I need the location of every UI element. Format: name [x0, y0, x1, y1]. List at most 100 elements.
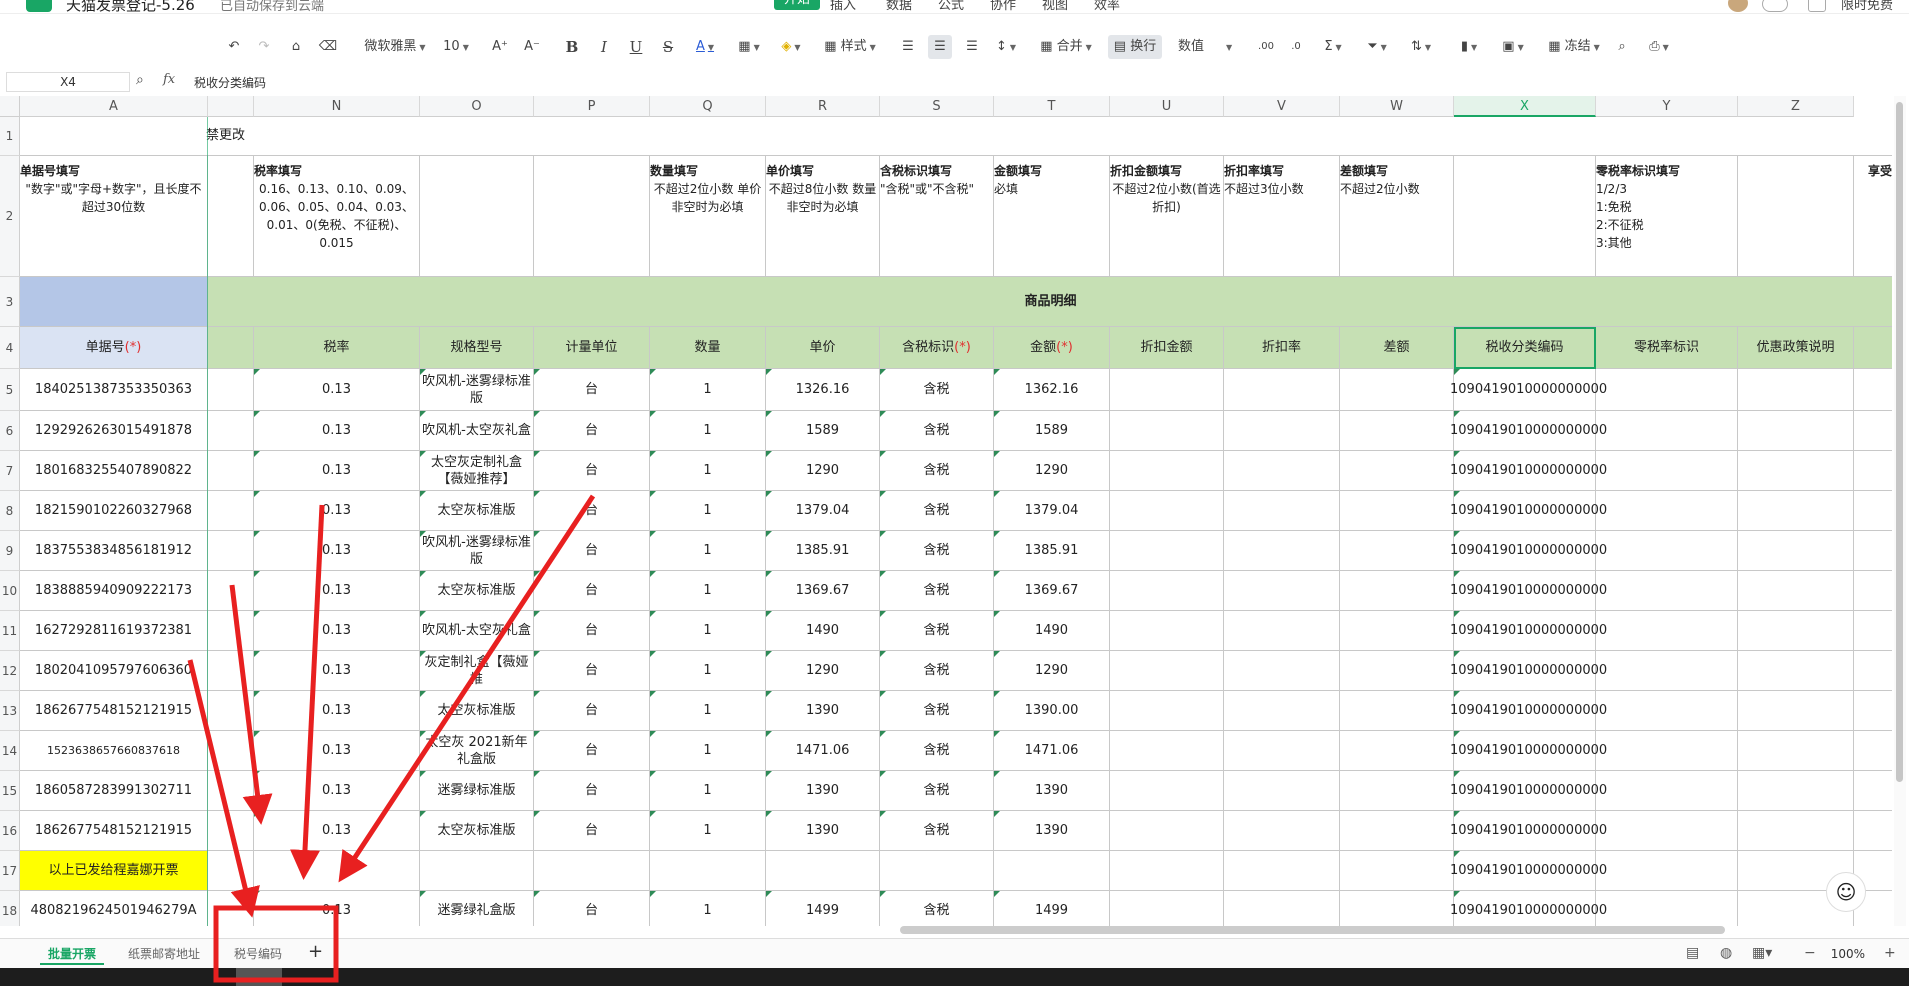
row-header[interactable]: 8 — [0, 491, 20, 531]
data-cell-t[interactable]: 1369.67 — [994, 571, 1110, 611]
data-cell-q[interactable]: 1 — [650, 531, 766, 571]
data-cell-o[interactable]: 吹风机-迷雾绿标准版 — [420, 369, 534, 411]
data-cell-r[interactable]: 1390 — [766, 771, 880, 811]
globe-icon[interactable]: ◍ — [1720, 945, 1732, 961]
data-cell-s[interactable]: 含税 — [880, 811, 994, 851]
data-cell-a[interactable]: 1840251387353350363 — [20, 369, 208, 411]
data-cell-y[interactable] — [1596, 691, 1738, 731]
data-cell-v[interactable] — [1224, 611, 1340, 651]
data-cell-x[interactable]: 1090419010000000000 — [1450, 491, 1607, 531]
data-cell-v[interactable] — [1224, 851, 1340, 891]
data-cell-y[interactable] — [1596, 531, 1738, 571]
data-cell-p[interactable]: 台 — [534, 491, 650, 531]
data-cell-y[interactable] — [1596, 491, 1738, 531]
data-cell-p[interactable]: 台 — [534, 731, 650, 771]
header-cell-s[interactable]: 含税标识 (*) — [880, 327, 994, 369]
freeze-button[interactable]: ▦ 冻结 ▼ — [1542, 30, 1606, 64]
data-cell-a[interactable]: 1627292811619372381 — [20, 611, 208, 651]
data-cell-w[interactable] — [1340, 491, 1454, 531]
data-cell-v[interactable] — [1224, 369, 1340, 411]
header-cell-n[interactable]: 税率 — [254, 327, 420, 369]
row-header[interactable]: 6 — [0, 411, 20, 451]
data-cell-z2[interactable] — [1854, 651, 1892, 691]
data-cell-n[interactable]: 0.13 — [254, 771, 420, 811]
bold-button[interactable]: B — [562, 30, 582, 64]
redo-icon[interactable]: ↷ — [254, 30, 274, 64]
data-cell-q[interactable]: 1 — [650, 369, 766, 411]
data-cell-_hid[interactable] — [208, 611, 254, 651]
data-cell-n[interactable]: 0.13 — [254, 891, 420, 926]
data-cell-z[interactable] — [1738, 411, 1854, 451]
data-cell-s[interactable] — [880, 851, 994, 891]
data-cell-u[interactable] — [1110, 851, 1224, 891]
row-header[interactable]: 17 — [0, 851, 20, 891]
data-cell-y[interactable] — [1596, 731, 1738, 771]
data-cell-t[interactable]: 1390 — [994, 771, 1110, 811]
data-cell-q[interactable]: 1 — [650, 611, 766, 651]
data-cell-t[interactable]: 1379.04 — [994, 491, 1110, 531]
data-cell-u[interactable] — [1110, 891, 1224, 926]
wrap-text-button[interactable]: ▤ 换行 — [1108, 35, 1162, 59]
data-cell-a[interactable]: 1821590102260327968 — [20, 491, 208, 531]
data-cell-y[interactable] — [1596, 611, 1738, 651]
data-cell-_hid[interactable] — [208, 411, 254, 451]
data-cell-r[interactable]: 1490 — [766, 611, 880, 651]
note-cell-p[interactable] — [534, 156, 650, 277]
data-cell-u[interactable] — [1110, 451, 1224, 491]
data-cell-n[interactable]: 0.13 — [254, 651, 420, 691]
header-cell-y[interactable]: 零税率标识 — [1596, 327, 1738, 369]
data-cell-a[interactable]: 1862677548152121915 — [20, 691, 208, 731]
data-cell-p[interactable]: 台 — [534, 811, 650, 851]
sum-icon[interactable]: Σ ▼ — [1318, 30, 1348, 64]
data-cell-w[interactable] — [1340, 731, 1454, 771]
row-header[interactable]: 1 — [0, 117, 20, 156]
note-cell-z2[interactable]: 享受 — [1854, 156, 1892, 277]
header-cell-w[interactable]: 差额 — [1340, 327, 1454, 369]
data-cell-n[interactable]: 0.13 — [254, 369, 420, 411]
data-cell-z[interactable] — [1738, 771, 1854, 811]
data-cell-x[interactable]: 1090419010000000000 — [1450, 891, 1607, 926]
data-cell-o[interactable]: 吹风机-太空灰礼盒 — [420, 611, 534, 651]
data-cell-v[interactable] — [1224, 891, 1340, 926]
align-right-icon[interactable]: ☰ — [962, 30, 982, 64]
decrease-decimal-icon[interactable]: .0 — [1286, 30, 1306, 64]
column-header-q[interactable]: Q — [650, 96, 766, 117]
data-cell-t[interactable]: 1589 — [994, 411, 1110, 451]
data-cell-_hid[interactable] — [208, 891, 254, 926]
sheet-tab-batch-invoice[interactable]: 批量开票 — [40, 943, 105, 965]
data-cell-z[interactable] — [1738, 731, 1854, 771]
data-cell-w[interactable] — [1340, 771, 1454, 811]
data-cell-x[interactable]: 1090419010000000000 — [1450, 369, 1607, 411]
data-cell-s[interactable]: 含税 — [880, 731, 994, 771]
column-header-r[interactable]: R — [766, 96, 880, 117]
header-cell-z[interactable]: 优惠政策说明 — [1738, 327, 1854, 369]
style-button[interactable]: ▦ 样式 ▼ — [818, 30, 882, 64]
data-cell-y[interactable] — [1596, 451, 1738, 491]
data-cell-r[interactable]: 1471.06 — [766, 731, 880, 771]
row-header[interactable]: 13 — [0, 691, 20, 731]
data-cell-r[interactable] — [766, 851, 880, 891]
data-cell-_hid[interactable] — [208, 571, 254, 611]
note-cell-_hid[interactable] — [208, 156, 254, 277]
font-color-button[interactable]: A ▼ — [690, 30, 720, 64]
avatar[interactable] — [1728, 0, 1748, 12]
column-header-n[interactable]: N — [254, 96, 420, 117]
align-center-icon[interactable]: ☰ — [928, 35, 952, 59]
data-cell-s[interactable]: 含税 — [880, 691, 994, 731]
header-cell-q[interactable]: 数量 — [650, 327, 766, 369]
data-cell-w[interactable] — [1340, 851, 1454, 891]
data-cell-_hid[interactable] — [208, 811, 254, 851]
data-cell-r[interactable]: 1326.16 — [766, 369, 880, 411]
data-cell-z2[interactable] — [1854, 811, 1892, 851]
fx-icon[interactable]: fx — [163, 72, 175, 87]
data-cell-u[interactable] — [1110, 611, 1224, 651]
data-cell-w[interactable] — [1340, 369, 1454, 411]
view-mode-icon[interactable]: ▦▾ — [1752, 945, 1772, 961]
data-cell-_hid[interactable] — [208, 771, 254, 811]
data-cell-w[interactable] — [1340, 891, 1454, 926]
data-cell-y[interactable] — [1596, 891, 1738, 926]
data-cell-s[interactable]: 含税 — [880, 571, 994, 611]
document-title[interactable]: 天猫发票登记-5.26 — [66, 0, 195, 15]
data-cell-q[interactable] — [650, 851, 766, 891]
data-cell-n[interactable]: 0.13 — [254, 691, 420, 731]
